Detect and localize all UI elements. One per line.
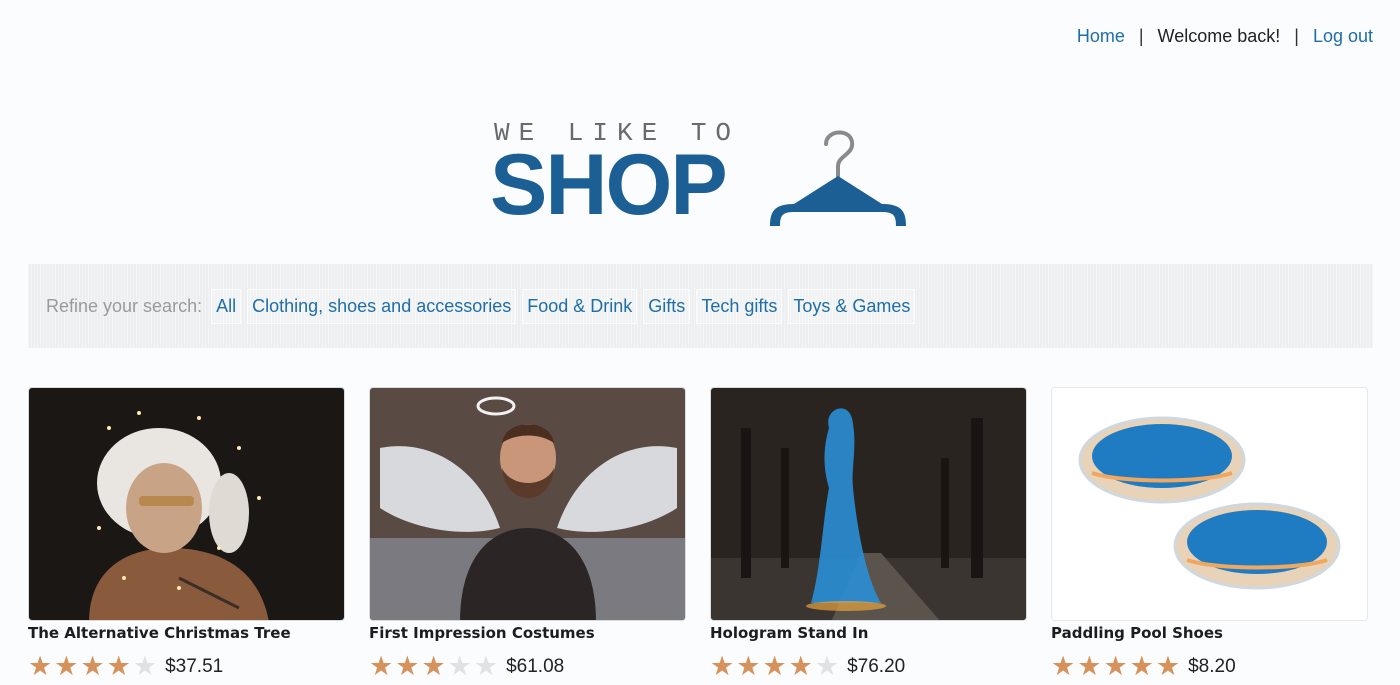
star-filled-icon: ★ bbox=[1129, 651, 1154, 681]
product-name[interactable]: The Alternative Christmas Tree bbox=[28, 624, 345, 642]
star-empty-icon: ★ bbox=[132, 651, 158, 681]
product-name[interactable]: Paddling Pool Shoes bbox=[1051, 624, 1368, 642]
logo-word: SHOP bbox=[490, 137, 728, 233]
star-rating: ★ ★ ★ ★ ★ bbox=[710, 653, 841, 680]
star-filled-icon: ★ bbox=[710, 651, 735, 681]
product-card[interactable]: Hologram Stand In ★ ★ ★ ★ ★ $76.20 bbox=[710, 387, 1027, 680]
star-filled-icon: ★ bbox=[1103, 651, 1128, 681]
star-rating: ★ ★ ★ ★ ★ bbox=[369, 653, 500, 680]
product-price: $8.20 bbox=[1188, 655, 1236, 677]
logout-link[interactable]: Log out bbox=[1313, 26, 1373, 47]
site-logo[interactable]: WE LIKE TO SHOP bbox=[490, 114, 914, 234]
product-image[interactable] bbox=[28, 387, 345, 621]
product-image[interactable] bbox=[369, 387, 686, 621]
star-filled-icon: ★ bbox=[28, 651, 53, 681]
product-price: $37.51 bbox=[165, 655, 224, 677]
product-image[interactable] bbox=[1051, 387, 1368, 621]
star-filled-icon: ★ bbox=[395, 651, 420, 681]
star-filled-icon: ★ bbox=[1051, 651, 1076, 681]
product-rating: ★ ★ ★ ★ ★ $37.51 bbox=[28, 653, 345, 680]
star-filled-icon: ★ bbox=[1077, 651, 1102, 681]
product-price: $61.08 bbox=[506, 655, 565, 677]
product-name[interactable]: Hologram Stand In bbox=[710, 624, 1027, 642]
nav-separator: | bbox=[1294, 26, 1299, 46]
product-rating: ★ ★ ★ ★ ★ $61.08 bbox=[369, 653, 686, 680]
product-image[interactable] bbox=[710, 387, 1027, 621]
filter-toys-games[interactable]: Toys & Games bbox=[788, 288, 916, 324]
star-rating: ★ ★ ★ ★ ★ bbox=[28, 653, 159, 680]
star-filled-icon: ★ bbox=[80, 651, 105, 681]
filter-food-drink[interactable]: Food & Drink bbox=[522, 288, 638, 324]
star-empty-icon: ★ bbox=[473, 651, 499, 681]
nav-separator: | bbox=[1138, 26, 1144, 46]
star-filled-icon: ★ bbox=[54, 651, 79, 681]
star-filled-icon: ★ bbox=[421, 651, 446, 681]
filter-clothing[interactable]: Clothing, shoes and accessories bbox=[247, 288, 517, 324]
refine-search-bar: Refine your search: All Clothing, shoes … bbox=[28, 264, 1373, 348]
star-filled-icon: ★ bbox=[762, 651, 787, 681]
product-name[interactable]: First Impression Costumes bbox=[369, 624, 686, 642]
product-card[interactable]: First Impression Costumes ★ ★ ★ ★ ★ $61.08 bbox=[369, 387, 686, 680]
top-nav: Home | Welcome back! | Log out bbox=[1077, 26, 1373, 47]
welcome-text: Welcome back! bbox=[1157, 26, 1281, 46]
star-filled-icon: ★ bbox=[106, 651, 131, 681]
product-rating: ★ ★ ★ ★ ★ $8.20 bbox=[1051, 653, 1368, 680]
filter-all[interactable]: All bbox=[211, 288, 242, 324]
star-filled-icon: ★ bbox=[788, 651, 813, 681]
star-empty-icon: ★ bbox=[814, 651, 840, 681]
hanger-icon bbox=[770, 130, 906, 226]
product-rating: ★ ★ ★ ★ ★ $76.20 bbox=[710, 653, 1027, 680]
star-filled-icon: ★ bbox=[369, 651, 394, 681]
product-card[interactable]: Paddling Pool Shoes ★ ★ ★ ★ ★ $8.20 bbox=[1051, 387, 1368, 680]
star-empty-icon: ★ bbox=[447, 651, 472, 681]
product-price: $76.20 bbox=[847, 655, 906, 677]
star-filled-icon: ★ bbox=[736, 651, 761, 681]
star-filled-icon: ★ bbox=[1155, 651, 1181, 681]
filter-tech-gifts[interactable]: Tech gifts bbox=[696, 288, 783, 324]
filter-gifts[interactable]: Gifts bbox=[643, 288, 691, 324]
home-link[interactable]: Home bbox=[1077, 26, 1125, 47]
product-card[interactable]: The Alternative Christmas Tree ★ ★ ★ ★ ★ $37… bbox=[28, 387, 345, 680]
refine-label: Refine your search: bbox=[46, 295, 203, 316]
star-rating: ★ ★ ★ ★ ★ bbox=[1051, 653, 1182, 680]
